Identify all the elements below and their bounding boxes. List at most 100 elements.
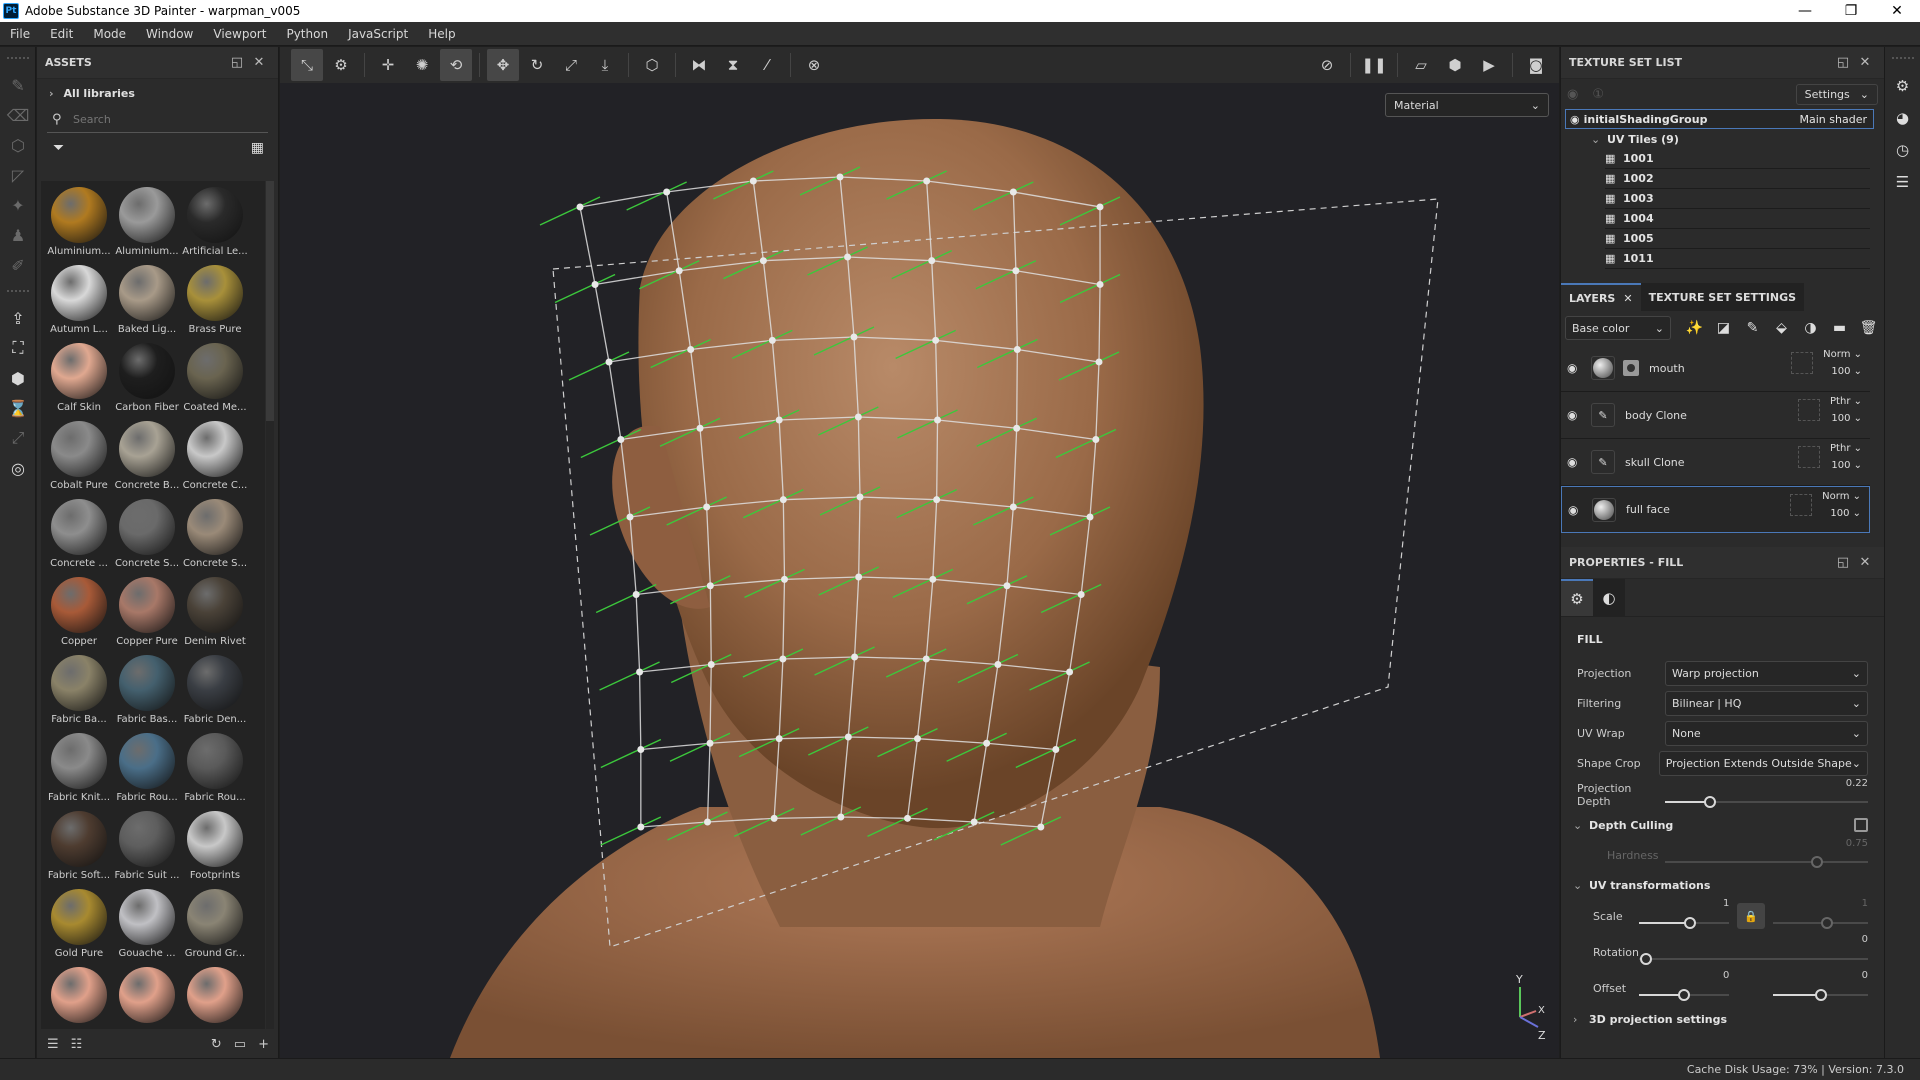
chevron-right-icon[interactable]: › (1573, 1013, 1589, 1026)
material-mode-select[interactable]: Material ⌄ (1385, 93, 1549, 117)
warp-control-point[interactable] (576, 203, 584, 211)
warp-control-point[interactable] (844, 733, 852, 741)
warp-control-point[interactable] (934, 416, 942, 424)
warp-control-point[interactable] (703, 503, 711, 511)
warp-control-point[interactable] (970, 818, 978, 826)
drag-handle[interactable] (6, 290, 29, 293)
blend-mode-select[interactable]: Norm ⌄ (1823, 349, 1862, 360)
warp-control-point[interactable] (663, 188, 671, 196)
eye-icon[interactable]: ◉ (1567, 361, 1587, 375)
warp-control-point[interactable] (706, 582, 714, 590)
float-icon[interactable]: ◱ (1832, 55, 1854, 70)
warp-control-point[interactable] (707, 661, 715, 669)
slider-handle[interactable] (1811, 856, 1824, 868)
uv-tile-row[interactable]: ▦ 1005 (1605, 229, 1870, 249)
view-cube-icon[interactable]: ⬢ (1439, 49, 1471, 81)
clone-icon[interactable]: ♟ (0, 220, 36, 250)
warp-control-point[interactable] (759, 257, 767, 265)
hardness-slider[interactable] (1665, 856, 1868, 868)
menu-help[interactable]: Help (418, 27, 465, 41)
opacity-select[interactable]: 100 ⌄ (1831, 413, 1862, 424)
asset-item[interactable]: Fabric Bas... (113, 653, 181, 731)
log-icon[interactable]: ☰ (1885, 166, 1920, 198)
transform-uv-icon[interactable]: ⤡ (291, 49, 323, 81)
asset-item[interactable]: Calf Skin (45, 341, 113, 419)
asset-item[interactable]: Fabric Rou... (181, 731, 249, 809)
warp-control-point[interactable] (1086, 513, 1094, 521)
new-folder-icon[interactable]: ▭ (234, 1037, 246, 1052)
import-icon[interactable]: ☷ (71, 1037, 83, 1052)
warp-control-point[interactable] (983, 739, 991, 747)
warp-control-point[interactable] (932, 336, 940, 344)
warp-control-point[interactable] (837, 813, 845, 821)
rotate-icon[interactable]: ↻ (521, 49, 553, 81)
plugin-icon[interactable]: ◎ (0, 453, 36, 483)
menu-file[interactable]: File (0, 27, 40, 41)
save-preset-icon[interactable]: ☰ (47, 1037, 59, 1052)
texture-set-row[interactable]: ◉ initialShadingGroup Main shader (1565, 109, 1874, 129)
asset-item[interactable]: Fabric Suit ... (113, 809, 181, 887)
warp-control-point[interactable] (1013, 345, 1021, 353)
projection-icon[interactable]: ⬡ (0, 130, 36, 160)
scale-v-slider[interactable] (1773, 917, 1868, 929)
brush-icon[interactable]: ✎ (0, 70, 36, 100)
menu-viewport[interactable]: Viewport (203, 27, 276, 41)
pause-icon[interactable]: ❚❚ (1358, 49, 1390, 81)
warp-control-point[interactable] (933, 496, 941, 504)
geometry-mask-slot[interactable] (1798, 446, 1821, 468)
slider-handle[interactable] (1703, 796, 1716, 808)
uv-tile-row[interactable]: ▦ 1002 (1605, 169, 1870, 189)
warp-control-point[interactable] (856, 493, 864, 501)
settings-dropdown[interactable]: Settings ⌄ (1795, 83, 1878, 105)
add-paint-layer-icon[interactable]: ✎ (1741, 320, 1764, 336)
warp-control-point[interactable] (851, 653, 859, 661)
uv-tile-row[interactable]: ▦ 1011 (1605, 249, 1870, 269)
visibility-icon[interactable]: ◉ (1567, 87, 1578, 102)
chevron-down-icon[interactable]: ⌄ (1573, 819, 1589, 832)
uv-tile-row[interactable]: ▦ 1003 (1605, 189, 1870, 209)
warp-control-point[interactable] (706, 739, 714, 747)
eraser-icon[interactable]: ⌫ (0, 100, 36, 130)
scrollbar[interactable] (266, 181, 274, 1029)
warp-control-point[interactable] (768, 336, 776, 344)
depth-culling-checkbox[interactable] (1854, 818, 1868, 832)
rotation-slider[interactable] (1639, 953, 1868, 965)
warp-control-point[interactable] (749, 177, 757, 185)
warp-control-point[interactable] (626, 513, 634, 521)
asset-item[interactable]: Concrete B... (113, 419, 181, 497)
layer-row[interactable]: ◉ mouth Norm ⌄ 100 ⌄ (1561, 345, 1870, 392)
warp-control-point[interactable] (836, 173, 844, 181)
channel-select[interactable]: Base color ⌄ (1565, 316, 1671, 340)
asset-item[interactable]: Cobalt Pure (45, 419, 113, 497)
search-input[interactable] (73, 113, 268, 126)
asset-item[interactable]: Artificial Le... (181, 185, 249, 263)
hide-icon[interactable]: ⊘ (1311, 49, 1343, 81)
warp-control-point[interactable] (617, 436, 625, 443)
offset-u-slider[interactable] (1639, 989, 1729, 1001)
warp-control-point[interactable] (1092, 435, 1100, 443)
blend-mode-select[interactable]: Pthr ⌄ (1830, 443, 1862, 454)
projection-depth-slider[interactable] (1665, 796, 1868, 808)
asset-item[interactable]: Denim Rivet (181, 575, 249, 653)
maximize-button[interactable]: ❐ (1828, 0, 1874, 22)
asset-item[interactable]: Carbon Fiber (113, 341, 181, 419)
viewport[interactable]: Y X Z ⤡ ⚙ ✛ ✺ ⟲ ✥ ↻ ⤢ ⤓ ⬡ ⧓ ⧗ ⁄ ⊗ ⊘ ❚❚ ▱… (280, 47, 1559, 1058)
close-window-button[interactable]: ✕ (1874, 0, 1920, 22)
asset-item[interactable]: Footprints (181, 809, 249, 887)
warp-control-point[interactable] (775, 735, 783, 743)
warp-control-point[interactable] (687, 346, 695, 354)
close-icon[interactable]: ✕ (1854, 55, 1876, 70)
asset-item[interactable]: Aluminium... (45, 185, 113, 263)
warp-control-point[interactable] (922, 655, 930, 663)
warp-control-point[interactable] (994, 660, 1002, 668)
asset-item[interactable] (45, 965, 113, 1029)
warp-control-point[interactable] (903, 814, 911, 822)
warp-curve-icon[interactable]: ⟲ (440, 49, 472, 81)
history-icon[interactable]: ◷ (1885, 134, 1920, 166)
add-folder-icon[interactable]: ▬ (1828, 320, 1851, 336)
warp-control-point[interactable] (1077, 590, 1085, 598)
add-mask-icon[interactable]: ◪ (1712, 320, 1735, 336)
asset-item[interactable]: Concrete ... (45, 497, 113, 575)
asset-item[interactable]: Baked Lig... (113, 263, 181, 341)
polygon-fill-icon[interactable]: ◸ (0, 160, 36, 190)
